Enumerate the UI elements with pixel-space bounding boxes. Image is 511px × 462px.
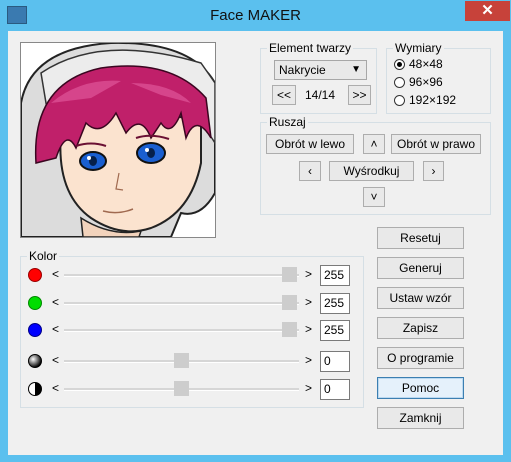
- green-swatch-icon: [28, 296, 42, 310]
- red-increase-arrow[interactable]: >: [305, 267, 312, 281]
- contrast-slider-thumb[interactable]: [174, 381, 189, 396]
- generate-button[interactable]: Generuj: [377, 257, 464, 279]
- help-button[interactable]: Pomoc: [377, 377, 464, 399]
- blue-swatch-icon: [28, 323, 42, 337]
- red-value-input[interactable]: 255: [320, 265, 350, 286]
- green-slider-track[interactable]: [64, 302, 299, 305]
- move-up-button[interactable]: ˄: [363, 134, 385, 154]
- size-label-192[interactable]: 192×192: [409, 93, 456, 107]
- contrast-increase-arrow[interactable]: >: [305, 381, 312, 395]
- size-label-48[interactable]: 48×48: [409, 57, 443, 71]
- contrast-decrease-arrow[interactable]: <: [52, 381, 59, 395]
- contrast-value-input[interactable]: 0: [320, 379, 350, 400]
- green-decrease-arrow[interactable]: <: [52, 295, 59, 309]
- size-label-96[interactable]: 96×96: [409, 75, 443, 89]
- client-area: Element twarzy Nakrycie ▼ << 14/14 >> Wy…: [8, 31, 503, 455]
- set-pattern-button[interactable]: Ustaw wzór: [377, 287, 464, 309]
- app-window: Face MAKER ✕ Element twarzy Nakrycie ▼ <…: [0, 0, 511, 462]
- red-swatch-icon: [28, 268, 42, 282]
- move-left-button[interactable]: ‹: [299, 161, 321, 181]
- color-legend: Kolor: [27, 249, 60, 263]
- brightness-slider-thumb[interactable]: [174, 353, 189, 368]
- blue-decrease-arrow[interactable]: <: [52, 322, 59, 336]
- chevron-down-icon: ▼: [351, 64, 361, 75]
- face-preview: [20, 42, 216, 238]
- move-down-button[interactable]: ˅: [363, 187, 385, 207]
- size-legend: Wymiary: [393, 41, 444, 55]
- blue-slider-track[interactable]: [64, 329, 299, 332]
- rotate-right-button[interactable]: Obrót w prawo: [391, 134, 481, 154]
- move-right-button[interactable]: ›: [423, 161, 444, 181]
- title-bar[interactable]: Face MAKER ✕: [0, 0, 511, 31]
- brightness-value-input[interactable]: 0: [320, 351, 350, 372]
- red-decrease-arrow[interactable]: <: [52, 267, 59, 281]
- size-radio-48[interactable]: [394, 59, 405, 70]
- rotate-left-button[interactable]: Obrót w lewo: [266, 134, 354, 154]
- move-legend: Ruszaj: [267, 115, 308, 129]
- contrast-icon: [28, 382, 42, 396]
- save-button[interactable]: Zapisz: [377, 317, 464, 339]
- close-button[interactable]: Zamknij: [377, 407, 464, 429]
- green-value-input[interactable]: 255: [320, 293, 350, 314]
- blue-slider-thumb[interactable]: [282, 322, 297, 337]
- element-counter: 14/14: [305, 88, 336, 102]
- close-window-button[interactable]: ✕: [465, 1, 510, 21]
- face-portrait-image: [21, 43, 215, 237]
- red-slider-thumb[interactable]: [282, 267, 297, 282]
- blue-increase-arrow[interactable]: >: [305, 322, 312, 336]
- brightness-decrease-arrow[interactable]: <: [52, 353, 59, 367]
- color-group: Kolor: [20, 249, 364, 408]
- face-element-select[interactable]: Nakrycie ▼: [274, 60, 367, 80]
- about-button[interactable]: O programie: [377, 347, 464, 369]
- size-radio-192[interactable]: [394, 95, 405, 106]
- reset-button[interactable]: Resetuj: [377, 227, 464, 249]
- green-increase-arrow[interactable]: >: [305, 295, 312, 309]
- green-slider-thumb[interactable]: [282, 295, 297, 310]
- brightness-icon: [28, 354, 42, 368]
- red-slider-track[interactable]: [64, 274, 299, 277]
- blue-value-input[interactable]: 255: [320, 320, 350, 341]
- brightness-increase-arrow[interactable]: >: [305, 353, 312, 367]
- face-element-legend: Element twarzy: [267, 41, 354, 55]
- face-element-select-value: Nakrycie: [279, 63, 326, 77]
- size-radio-96[interactable]: [394, 77, 405, 88]
- previous-element-button[interactable]: <<: [272, 85, 296, 105]
- center-button[interactable]: Wyśrodkuj: [329, 161, 414, 181]
- window-title: Face MAKER: [210, 7, 301, 24]
- next-element-button[interactable]: >>: [348, 85, 371, 105]
